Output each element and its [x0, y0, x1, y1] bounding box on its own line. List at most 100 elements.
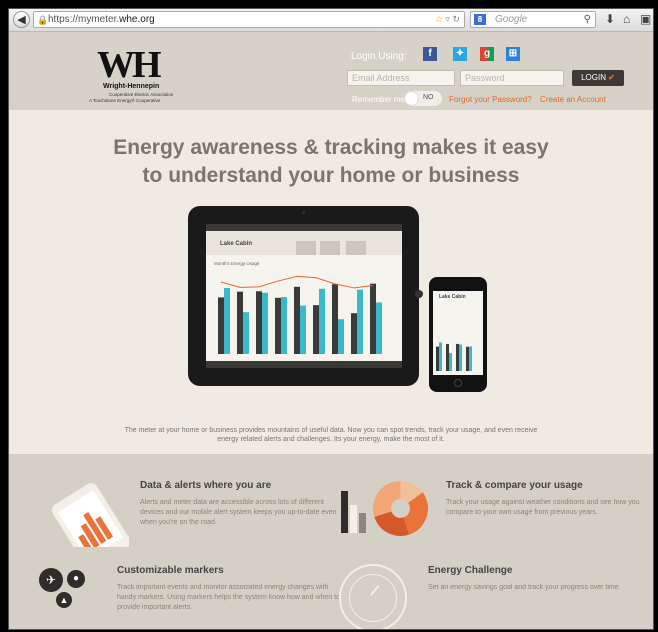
login-button[interactable]: LOGIN ✔ — [572, 70, 624, 86]
airplane-marker-icon: ✈ — [39, 568, 63, 592]
toggle-state: NO — [423, 94, 434, 101]
chart-bar-dark — [436, 346, 439, 371]
chart-bar-dark — [370, 283, 376, 354]
gauge-inner — [349, 574, 397, 622]
chart-bar-teal — [224, 288, 230, 354]
check-icon: ✔ — [608, 73, 615, 82]
hero-title-line2: to understand your home or business — [142, 164, 520, 187]
chart-bar-teal — [469, 346, 472, 371]
google-icon[interactable]: g — [480, 47, 494, 61]
search-placeholder: Google — [495, 14, 528, 25]
chart-bar-teal — [281, 297, 287, 354]
chart-bar-teal — [262, 292, 268, 354]
windows-icon[interactable]: ⊞ — [506, 47, 520, 61]
site-header: WH Wright-Hennepin Cooperative Electric … — [9, 32, 653, 110]
phone-title: Lake Cabin — [439, 294, 466, 300]
screen-footer — [206, 361, 402, 368]
chart-line — [220, 275, 374, 289]
logo[interactable]: WH Wright-Hennepin Cooperative Electric … — [89, 46, 201, 108]
password-field[interactable]: Password — [460, 70, 564, 86]
download-icon[interactable]: ⬇ — [605, 12, 615, 26]
feature-text: Alerts and meter data are accessible acr… — [140, 499, 337, 526]
browser-toolbar: ◀ 🔒 https://mymeter.whe.org ☆ ▿ ↻ 8 Goog… — [9, 9, 653, 32]
chart-bar-teal — [357, 289, 363, 354]
tablet-camera — [302, 211, 305, 214]
create-account-link[interactable]: Create an Account — [540, 95, 606, 104]
login-using-label: Login Using: — [351, 51, 407, 62]
facebook-icon[interactable]: f — [423, 47, 437, 61]
login-button-label: LOGIN — [581, 73, 606, 82]
url-scheme: https:// — [48, 14, 79, 25]
hero-description: The meter at your home or business provi… — [124, 427, 538, 443]
screen-header: Lake Cabin — [206, 231, 402, 255]
gauge-icon — [339, 564, 407, 629]
forgot-password-link[interactable]: Forgot your Password? — [449, 95, 532, 104]
chart-bar-teal — [376, 302, 382, 354]
lock-icon: 🔒 — [37, 15, 49, 25]
chart-bar-teal — [459, 344, 462, 371]
feature-title: Energy Challenge — [428, 565, 513, 576]
bar-chart-icon — [341, 491, 366, 533]
chart-bar-dark — [456, 343, 459, 371]
toggle-knob — [405, 92, 418, 105]
phone-chart — [436, 342, 472, 371]
phone-home-button — [454, 379, 462, 387]
chart-bar-teal — [449, 352, 452, 371]
screen-stat — [346, 241, 366, 255]
chart-bar-teal — [300, 305, 306, 354]
tablet-chart — [218, 275, 382, 354]
pie-chart-icon — [373, 481, 428, 536]
markers-icon-group: ✈ ● ▲ — [39, 562, 97, 610]
menu-icon[interactable]: ▣ — [640, 12, 651, 26]
chart-bar-dark — [294, 286, 300, 354]
email-field[interactable]: Email Address — [347, 70, 455, 86]
tablet-screen: Lake Cabin Month's Energy Usage — [206, 224, 402, 368]
chart-bar-dark — [218, 297, 224, 354]
screen-title: Lake Cabin — [220, 241, 253, 247]
chart-bar-dark — [332, 284, 338, 354]
logo-name: Wright-Hennepin — [103, 83, 160, 90]
chart-bar-dark — [351, 313, 357, 354]
back-arrow-icon[interactable]: ◀ — [13, 11, 30, 28]
phone-screen: Lake Cabin — [433, 291, 483, 375]
google-search-engine-icon[interactable]: 8 — [474, 14, 486, 25]
tablet-home-button — [415, 290, 423, 298]
feature-text: Track important events and monitor assoc… — [117, 584, 340, 611]
tablet-image: Lake Cabin Month's Energy Usage — [188, 206, 423, 386]
twitter-icon[interactable]: ✦ — [453, 47, 467, 61]
hero-title-line1: Energy awareness & tracking makes it eas… — [113, 136, 549, 159]
feature-title: Customizable markers — [117, 565, 224, 576]
url-subdomain: mymeter. — [78, 14, 120, 25]
cake-marker-icon: ▲ — [56, 592, 72, 608]
chart-bar-teal — [439, 342, 442, 371]
phone-chart-icon — [51, 483, 129, 547]
search-icon[interactable]: ⚲ — [584, 12, 591, 27]
search-bar[interactable]: 8 Google ⚲ — [470, 11, 596, 28]
home-icon[interactable]: ⌂ — [623, 12, 630, 26]
logo-sub: Cooperative Electric Association — [109, 92, 174, 97]
features-section: Data & alerts where you are Alerts and m… — [9, 454, 653, 629]
star-icon[interactable]: ☆ — [435, 14, 443, 24]
chart-bar-teal — [338, 319, 344, 354]
feature-title: Track & compare your usage — [446, 480, 583, 491]
donut-hole — [391, 499, 410, 518]
feature-text: Track your usage against weather conditi… — [446, 499, 640, 516]
remember-me-toggle[interactable]: NO — [404, 91, 442, 106]
browser-window: ◀ 🔒 https://mymeter.whe.org ☆ ▿ ↻ 8 Goog… — [8, 8, 654, 630]
url-host: whe.org — [119, 14, 155, 25]
url-icons: ☆ ▿ ↻ — [434, 14, 460, 24]
chart-bar-dark — [275, 297, 281, 354]
lightbulb-marker-icon: ● — [67, 570, 85, 588]
chart-bar-teal — [243, 312, 249, 354]
chart-bar-dark — [313, 305, 319, 354]
feature-text: Set an energy savings goal and track you… — [428, 584, 621, 591]
remember-me-label: Remember me — [352, 95, 405, 104]
chart-bar-dark — [237, 291, 243, 354]
address-bar[interactable]: 🔒 https://mymeter.whe.org ☆ ▿ ↻ — [33, 11, 465, 28]
logo-tag: A Touchstone Energy® Cooperative — [89, 98, 161, 103]
chart-bar-dark — [446, 344, 449, 371]
chart-bar-dark — [466, 346, 469, 371]
hero-title: Energy awareness & tracking makes it eas… — [9, 134, 653, 190]
refresh-icon[interactable]: ↻ — [452, 14, 460, 24]
chart-bar-dark — [256, 291, 262, 354]
